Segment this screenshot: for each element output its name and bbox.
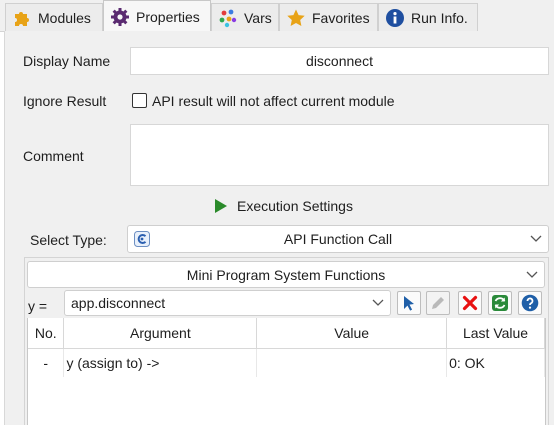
- category-value: Mini Program System Functions: [186, 266, 386, 283]
- display-name-label: Display Name: [23, 53, 111, 69]
- ignore-result-checkbox-label[interactable]: API result will not affect current modul…: [152, 93, 395, 109]
- delete-icon: [462, 295, 478, 311]
- tab-label: Properties: [136, 8, 200, 25]
- play-icon: [215, 199, 227, 213]
- execution-settings-label: Execution Settings: [237, 198, 353, 214]
- tab-modules[interactable]: Modules: [5, 3, 103, 31]
- tab-label: Vars: [244, 9, 272, 26]
- help-button[interactable]: [518, 291, 542, 315]
- column-header-value[interactable]: Value: [256, 318, 448, 349]
- comment-label: Comment: [23, 148, 84, 164]
- chevron-down-icon: [526, 271, 538, 278]
- select-type-dropdown[interactable]: API Function Call: [127, 225, 549, 253]
- cell-argument: y (assign to) ->: [63, 348, 258, 377]
- pick-button[interactable]: [397, 291, 421, 315]
- function-value: app.disconnect: [71, 295, 166, 311]
- table-header-row: No. Argument Value Last Value: [28, 318, 545, 349]
- help-icon: [521, 294, 539, 312]
- tab-vars[interactable]: Vars: [211, 3, 279, 31]
- tab-label: Run Info.: [411, 9, 468, 26]
- star-icon: [287, 9, 305, 26]
- dots-icon: [219, 9, 237, 27]
- cell-no: -: [28, 348, 65, 377]
- delete-button[interactable]: [458, 291, 482, 315]
- gear-icon: [111, 7, 129, 26]
- chevron-down-icon: [530, 235, 542, 242]
- execution-settings-toggle[interactable]: Execution Settings: [214, 198, 353, 214]
- cursor-icon: [404, 296, 414, 311]
- tab-label: Favorites: [312, 9, 370, 26]
- table-row[interactable]: - y (assign to) -> 0: OK: [28, 348, 545, 377]
- ignore-result-checkbox[interactable]: [132, 93, 147, 108]
- column-header-no[interactable]: No.: [28, 318, 65, 349]
- tab-label: Modules: [38, 9, 91, 26]
- refresh-icon: [492, 295, 508, 311]
- cell-value[interactable]: [256, 348, 448, 377]
- function-dropdown[interactable]: app.disconnect: [64, 290, 391, 316]
- refresh-button[interactable]: [488, 291, 512, 315]
- puzzle-icon: [15, 11, 29, 26]
- category-dropdown[interactable]: Mini Program System Functions: [27, 261, 545, 288]
- comment-textarea[interactable]: [130, 124, 549, 186]
- edit-button[interactable]: [426, 291, 450, 315]
- pencil-icon: [432, 297, 444, 309]
- chevron-down-icon: [372, 299, 384, 306]
- tab-run-info[interactable]: Run Info.: [378, 3, 478, 31]
- api-function-icon: [134, 231, 150, 247]
- assign-label: y =: [28, 298, 48, 314]
- column-header-argument[interactable]: Argument: [63, 318, 258, 349]
- select-type-label: Select Type:: [30, 232, 107, 248]
- tab-bar: Modules Properties Vars Favorites Run In…: [0, 0, 554, 32]
- info-icon: [386, 8, 404, 27]
- arguments-table: No. Argument Value Last Value - y (assig…: [28, 318, 545, 377]
- ignore-result-label: Ignore Result: [23, 93, 107, 109]
- display-name-input[interactable]: disconnect: [130, 47, 549, 75]
- select-type-value: API Function Call: [283, 231, 393, 247]
- column-header-last-value[interactable]: Last Value: [446, 318, 545, 349]
- display-name-value: disconnect: [306, 53, 373, 69]
- cell-last-value: 0: OK: [446, 348, 545, 377]
- tab-favorites[interactable]: Favorites: [279, 3, 378, 31]
- tab-properties[interactable]: Properties: [103, 0, 211, 32]
